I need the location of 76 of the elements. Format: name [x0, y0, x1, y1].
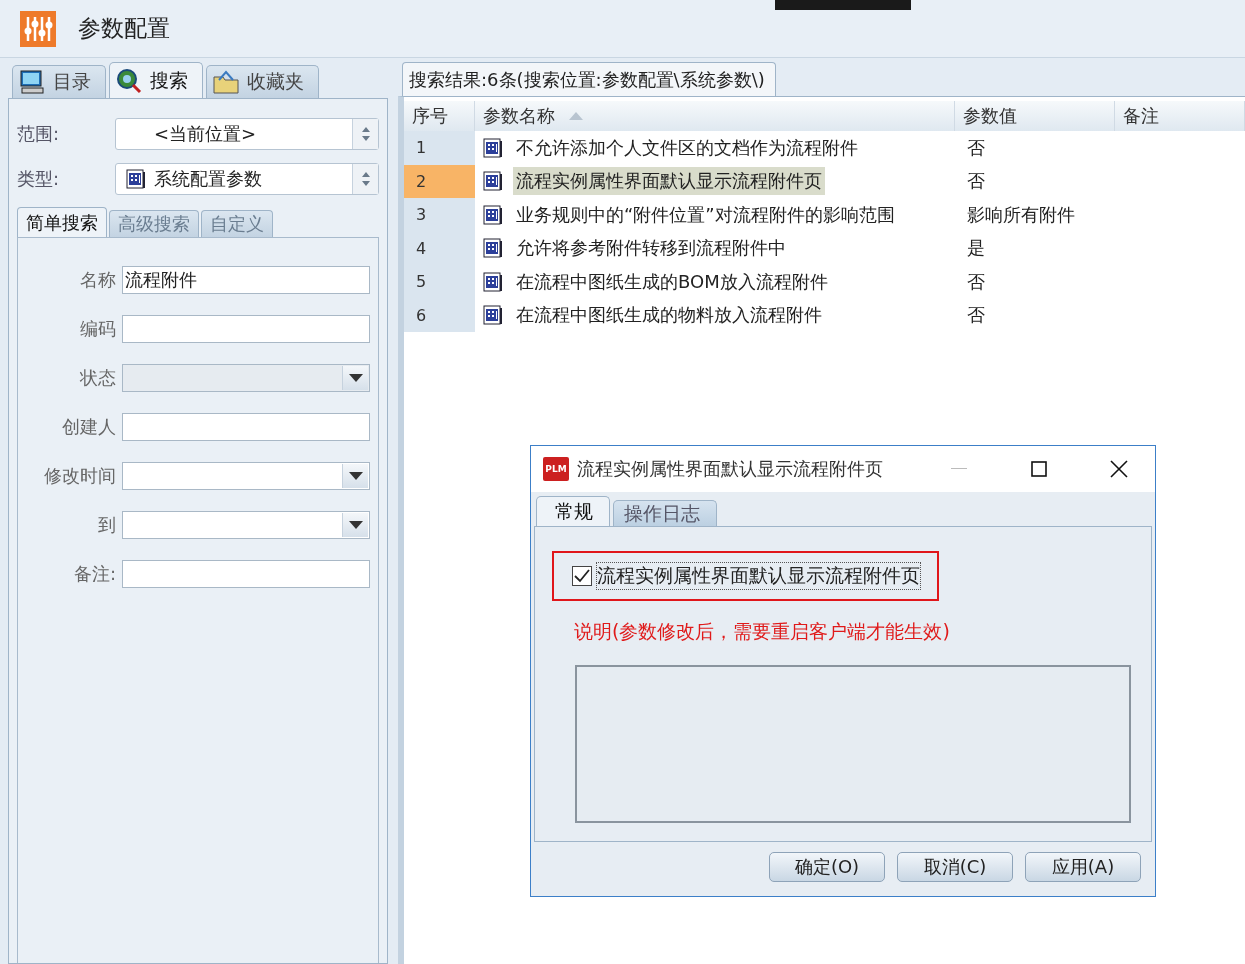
dropdown-field[interactable]	[122, 462, 370, 490]
sliders-logo-icon	[20, 10, 56, 47]
row-number-cell: 6	[404, 298, 475, 332]
table-doc-icon	[483, 204, 503, 225]
param-value-cell-text: 是	[966, 236, 986, 261]
param-name-cell[interactable]: 业务规则中的“附件位置”对流程附件的影响范围	[513, 200, 898, 229]
table-doc-icon	[483, 171, 503, 192]
dialog-button[interactable]: 应用(A)	[1025, 852, 1141, 882]
type-combo[interactable]: 系统配置参数	[115, 163, 379, 195]
app-badge: PLM	[543, 457, 569, 481]
type-label: 类型:	[17, 167, 61, 191]
app-title: 参数配置	[78, 14, 170, 43]
results-tab[interactable]: 搜索结果:6条(搜索位置:参数配置\系统参数\)	[402, 62, 776, 96]
field-label: 状态	[79, 366, 116, 390]
column-header[interactable]: 参数名称	[475, 101, 955, 131]
folder-icon	[213, 70, 239, 94]
table-doc-icon	[483, 238, 503, 259]
row-number-cell: 4	[404, 231, 475, 265]
checkbox[interactable]	[572, 566, 592, 586]
param-name-cell[interactable]: 不允许添加个人文件区的文档作为流程附件	[513, 133, 861, 162]
column-header[interactable]: 参数值	[955, 101, 1115, 131]
field-label: 创建人	[61, 415, 116, 439]
input-field[interactable]: 流程附件	[122, 266, 370, 294]
caret-icon	[348, 521, 363, 529]
computer-icon	[19, 69, 45, 95]
dialog-title: 流程实例属性界面默认显示流程附件页	[577, 457, 884, 481]
field-label: 编码	[79, 317, 116, 341]
note-text: 说明(参数修改后，需要重启客户端才能生效)	[574, 619, 951, 644]
search-mode-tab[interactable]: 简单搜索	[17, 207, 107, 237]
param-value-cell-text: 影响所有附件	[966, 202, 1076, 227]
field-label: 名称	[79, 268, 116, 292]
column-header[interactable]: 备注	[1115, 101, 1245, 131]
nav-tab[interactable]: 搜索	[109, 62, 203, 98]
caret-icon	[348, 472, 363, 480]
dialog-tab[interactable]: 操作日志	[613, 500, 717, 526]
dialog-button[interactable]: 取消(C)	[897, 852, 1013, 882]
table-doc-icon	[483, 271, 503, 292]
param-name-cell[interactable]: 在流程中图纸生成的BOM放入流程附件	[513, 267, 831, 296]
input-field[interactable]	[122, 560, 370, 588]
close-icon	[1110, 460, 1128, 478]
up-down-arrows-icon	[360, 171, 371, 187]
dialog-tab[interactable]: 常规	[536, 496, 610, 526]
magnifier-globe-icon	[116, 67, 142, 94]
sort-up-icon	[569, 112, 583, 120]
up-down-arrows-icon	[360, 126, 371, 142]
table-doc-icon	[483, 305, 503, 326]
param-value-cell-text: 否	[966, 269, 986, 294]
description-area[interactable]	[575, 665, 1131, 823]
param-name-cell[interactable]: 在流程中图纸生成的物料放入流程附件	[513, 301, 825, 330]
param-value-cell-text: 否	[966, 169, 986, 194]
input-field[interactable]	[122, 413, 370, 441]
scope-combo[interactable]: <当前位置>	[115, 118, 379, 150]
param-name-cell[interactable]: 流程实例属性界面默认显示流程附件页	[513, 167, 825, 196]
param-value-cell-text: 否	[966, 135, 986, 160]
scope-label: 范围:	[17, 122, 61, 146]
caret-icon	[348, 374, 363, 382]
row-number-cell: 2	[404, 164, 475, 198]
nav-tab[interactable]: 目录	[12, 65, 106, 98]
input-field[interactable]	[122, 315, 370, 343]
table-doc-icon	[483, 137, 503, 158]
param-value-cell-text: 否	[966, 303, 986, 328]
nav-tab[interactable]: 收藏夹	[206, 65, 319, 98]
minimize-icon	[951, 468, 967, 470]
maximize-icon	[1031, 461, 1047, 477]
checkbox-label: 流程实例属性界面默认显示流程附件页	[596, 562, 921, 590]
row-number-cell: 3	[404, 198, 475, 232]
field-label: 修改时间	[43, 464, 116, 488]
table-doc-icon	[126, 169, 146, 189]
row-number-cell: 5	[404, 265, 475, 299]
param-name-cell[interactable]: 允许将参考附件转移到流程附件中	[513, 234, 789, 263]
dialog-button[interactable]: 确定(O)	[769, 852, 885, 882]
field-label: 到	[97, 513, 116, 537]
dropdown-field[interactable]	[122, 511, 370, 539]
field-label: 备注:	[72, 562, 116, 586]
row-number-cell: 1	[404, 131, 475, 165]
check-icon	[574, 569, 590, 583]
